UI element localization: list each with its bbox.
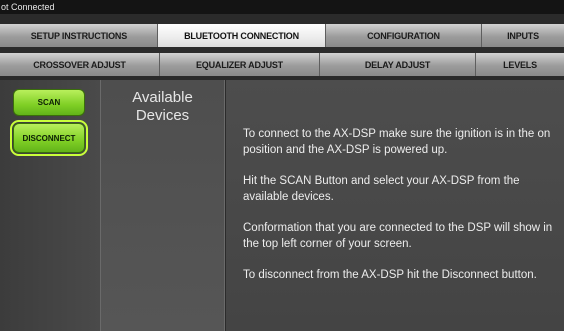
tab-levels[interactable]: LEVELS — [476, 53, 564, 76]
connection-status: ot Connected — [0, 0, 564, 14]
instruction-paragraph: Conformation that you are connected to t… — [243, 222, 553, 250]
tab-delay-adjust[interactable]: DELAY ADJUST — [320, 53, 476, 76]
button-panel — [0, 80, 100, 331]
primary-tab-bar: SETUP INSTRUCTIONS BLUETOOTH CONNECTION … — [0, 24, 564, 47]
secondary-tab-bar: CROSSOVER ADJUST EQUALIZER ADJUST DELAY … — [0, 53, 564, 76]
scan-button[interactable]: SCAN — [13, 89, 85, 116]
devices-title-line-2: Devices — [135, 107, 190, 124]
instruction-paragraph: To connect to the AX-DSP make sure the i… — [243, 128, 551, 156]
tab-crossover-adjust[interactable]: CROSSOVER ADJUST — [0, 53, 160, 76]
tab-equalizer-adjust[interactable]: EQUALIZER ADJUST — [160, 53, 320, 76]
tab-configuration[interactable]: CONFIGURATION — [326, 24, 482, 47]
devices-title-line-1: Available — [132, 89, 193, 106]
disconnect-button[interactable]: DISCONNECT — [10, 120, 88, 156]
tab-setup-instructions[interactable]: SETUP INSTRUCTIONS — [0, 24, 158, 47]
instruction-paragraph: To disconnect from the AX-DSP hit the Di… — [243, 269, 537, 281]
instruction-text: To connect to the AX-DSP make sure the i… — [243, 126, 558, 298]
instruction-paragraph: Hit the SCAN Button and select your AX-D… — [243, 175, 520, 203]
tab-bluetooth-connection[interactable]: BLUETOOTH CONNECTION — [158, 24, 326, 47]
tab-inputs[interactable]: INPUTS — [482, 24, 564, 47]
available-devices-title: Available Devices — [100, 89, 225, 125]
